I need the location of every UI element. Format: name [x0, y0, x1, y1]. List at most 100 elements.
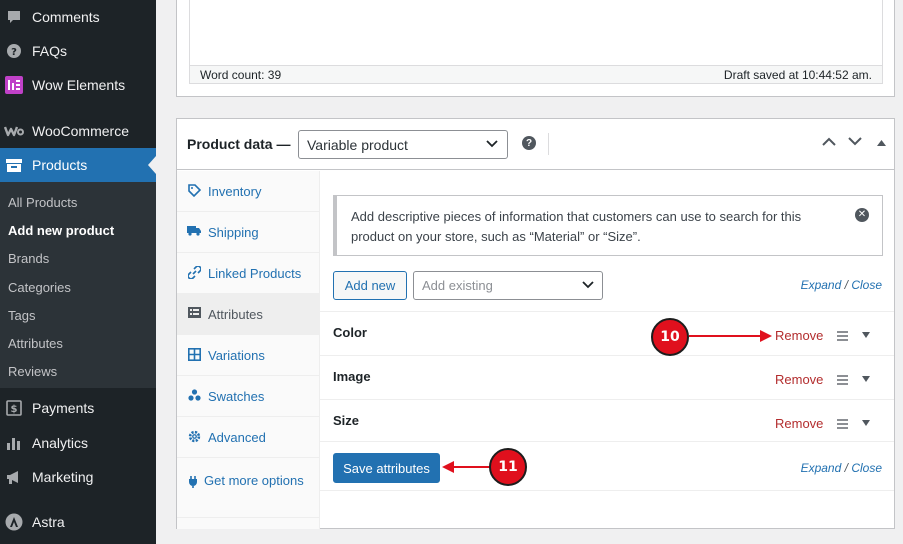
tab-get-more-options[interactable]: Get more options — [177, 458, 319, 518]
tab-label: Get more options — [204, 473, 304, 488]
svg-text:?: ? — [11, 47, 17, 58]
chart-bar-icon — [4, 433, 24, 453]
close-link[interactable]: Close — [851, 278, 882, 292]
tab-swatches[interactable]: Swatches — [177, 376, 319, 417]
add-new-attribute-button[interactable]: Add new — [333, 271, 407, 300]
help-icon[interactable]: ? — [522, 136, 536, 150]
tab-advanced[interactable]: Advanced — [177, 417, 319, 458]
comment-icon — [4, 7, 24, 27]
chevron-down-icon — [486, 140, 498, 148]
editor-box: Word count: 39 Draft saved at 10:44:52 a… — [176, 0, 895, 97]
submenu-brands[interactable]: Brands — [8, 251, 49, 266]
menu-label: FAQs — [32, 43, 68, 59]
megaphone-icon — [4, 467, 24, 487]
step-callout-11: 11 — [489, 448, 527, 486]
drag-handle-icon[interactable] — [837, 419, 848, 431]
tab-variations[interactable]: Variations — [177, 335, 319, 376]
menu-label: Comments — [32, 9, 100, 25]
expand-link[interactable]: Expand — [801, 278, 842, 292]
editor-content-area[interactable]: Word count: 39 Draft saved at 10:44:52 a… — [189, 0, 883, 84]
tag-icon — [187, 184, 201, 197]
product-type-value: Variable product — [307, 136, 408, 153]
menu-item-products[interactable]: Products — [0, 148, 156, 182]
menu-item-comments[interactable]: Comments — [0, 0, 156, 34]
submenu-reviews[interactable]: Reviews — [8, 364, 57, 379]
expand-close-bottom: Expand / Close — [801, 461, 882, 475]
plugin-icon — [187, 475, 201, 489]
wow-elements-icon — [4, 75, 24, 95]
expand-row-icon[interactable] — [862, 332, 870, 338]
menu-label: Products — [32, 157, 88, 173]
menu-item-faqs[interactable]: ? FAQs — [0, 34, 156, 68]
swatches-icon — [187, 389, 201, 401]
attributes-footer: Save attributes Expand / Close — [320, 441, 894, 491]
step-callout-10: 10 — [651, 318, 689, 356]
tab-inventory[interactable]: Inventory — [177, 171, 319, 212]
submenu-categories[interactable]: Categories — [8, 280, 71, 295]
menu-item-wow-elements[interactable]: Wow Elements — [0, 68, 156, 102]
remove-attribute-link[interactable]: Remove — [775, 372, 823, 387]
expand-row-icon[interactable] — [862, 420, 870, 426]
tab-shipping[interactable]: Shipping — [177, 212, 319, 253]
expand-close-top: Expand / Close — [801, 278, 882, 292]
submenu-add-new-product[interactable]: Add new product — [8, 223, 114, 238]
menu-label: Analytics — [32, 435, 89, 451]
expand-close-separator: / — [844, 461, 848, 475]
save-attributes-button[interactable]: Save attributes — [333, 453, 440, 483]
menu-label: Astra — [32, 514, 65, 530]
add-existing-placeholder: Add existing — [422, 278, 493, 293]
attribute-name: Color — [333, 325, 367, 340]
drag-handle-icon[interactable] — [837, 375, 848, 387]
word-count: Word count: 39 — [200, 67, 282, 82]
header-divider — [548, 133, 549, 155]
admin-sidebar: Comments ? FAQs Wow Elements WooCommerce… — [0, 0, 156, 544]
add-existing-attribute-select[interactable]: Add existing — [413, 271, 603, 300]
remove-attribute-link[interactable]: Remove — [775, 328, 823, 343]
close-link[interactable]: Close — [851, 461, 882, 475]
menu-item-analytics[interactable]: Analytics — [0, 426, 156, 460]
menu-label: Wow Elements — [32, 77, 126, 93]
move-up-icon[interactable] — [822, 137, 836, 146]
attribute-row-color[interactable]: Color Remove — [320, 311, 894, 355]
product-data-tabs: Inventory Shipping Linked Products Attri… — [177, 171, 320, 529]
drag-handle-icon[interactable] — [837, 331, 848, 343]
remove-attribute-link[interactable]: Remove — [775, 416, 823, 431]
payments-icon: $ — [4, 398, 24, 418]
astra-icon — [4, 512, 24, 532]
submenu-all-products[interactable]: All Products — [8, 195, 77, 210]
expand-row-icon[interactable] — [862, 376, 870, 382]
grid-icon — [187, 348, 201, 361]
collapse-panel-icon[interactable] — [877, 140, 886, 146]
product-data-title: Product data — — [187, 136, 291, 152]
attributes-panel: Add descriptive pieces of information th… — [320, 171, 894, 529]
tab-linked-products[interactable]: Linked Products — [177, 253, 319, 294]
product-type-select[interactable]: Variable product — [298, 130, 508, 159]
tab-label: Attributes — [208, 307, 263, 322]
submenu-attributes[interactable]: Attributes — [8, 336, 63, 351]
truck-icon — [187, 225, 201, 236]
tab-attributes[interactable]: Attributes — [177, 294, 319, 335]
move-down-icon[interactable] — [848, 137, 862, 146]
menu-item-woocommerce[interactable]: WooCommerce — [0, 114, 156, 148]
gear-icon — [187, 430, 201, 443]
attribute-name: Size — [333, 413, 360, 428]
attribute-row-size[interactable]: Size Remove — [320, 399, 894, 443]
close-icon[interactable]: ✕ — [855, 208, 869, 222]
tab-label: Advanced — [208, 430, 266, 445]
attribute-name: Image — [333, 369, 371, 384]
products-submenu: All Products Add new product Brands Cate… — [0, 182, 156, 388]
callout-arrow-save — [442, 461, 490, 473]
attribute-row-image[interactable]: Image Remove — [320, 355, 894, 399]
product-data-panel: Product data — Variable product ? Invent… — [176, 118, 895, 529]
archive-icon — [4, 155, 24, 175]
callout-arrow-remove — [689, 330, 772, 342]
notice-text: Add descriptive pieces of information th… — [351, 209, 802, 244]
attributes-notice: Add descriptive pieces of information th… — [333, 195, 883, 256]
menu-item-marketing[interactable]: Marketing — [0, 460, 156, 494]
menu-item-payments[interactable]: $ Payments — [0, 391, 156, 425]
submenu-tags[interactable]: Tags — [8, 308, 35, 323]
menu-item-astra[interactable]: Astra — [0, 505, 156, 539]
menu-label: Marketing — [32, 469, 94, 485]
draft-saved-status: Draft saved at 10:44:52 am. — [723, 67, 872, 82]
expand-link[interactable]: Expand — [801, 461, 842, 475]
